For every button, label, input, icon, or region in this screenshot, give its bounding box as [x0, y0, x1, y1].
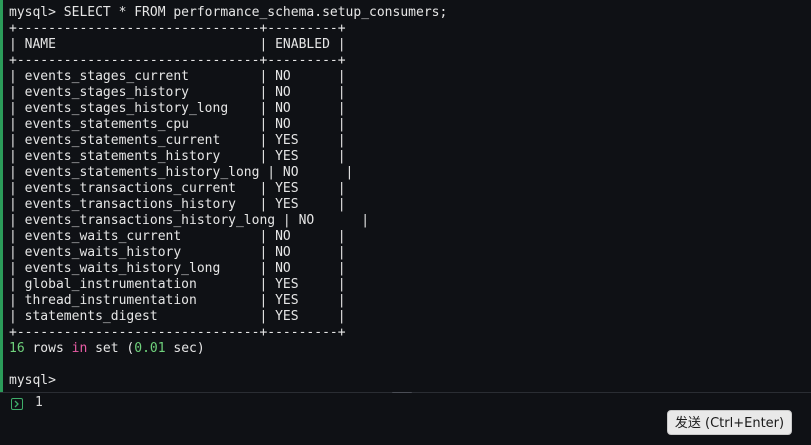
table-header: | NAME | ENABLED | — [9, 37, 346, 52]
table-border-mid: +-------------------------------+-------… — [9, 53, 346, 68]
command-line: mysql> SELECT * FROM performance_schema.… — [9, 5, 448, 20]
table-row: | global_instrumentation | YES | — [9, 277, 346, 292]
send-button[interactable]: 发送 (Ctrl+Enter) — [667, 410, 792, 435]
terminal-content: mysql> SELECT * FROM performance_schema.… — [9, 5, 811, 389]
table-row: | statements_digest | YES | — [9, 309, 346, 324]
table-row: | events_statements_history_long | NO | — [9, 165, 354, 180]
terminal-prompt-icon — [11, 398, 23, 410]
table-row: | events_stages_history | NO | — [9, 85, 346, 100]
table-row: | events_transactions_history_long | NO … — [9, 213, 370, 228]
result-summary: 16 rows in set (0.01 sec) — [9, 341, 811, 357]
query-time: 0.01 — [134, 341, 166, 356]
table-row: | events_transactions_history | YES | — [9, 197, 346, 212]
table-row: | events_stages_current | NO | — [9, 69, 346, 84]
result-text-set: set ( — [87, 341, 135, 356]
result-text-sec: sec) — [165, 341, 205, 356]
table-row: | events_statements_history | YES | — [9, 149, 346, 164]
table-row: | events_waits_current | NO | — [9, 229, 346, 244]
table-row: | events_stages_history_long | NO | — [9, 101, 346, 116]
result-text-rows: rows — [24, 341, 72, 356]
table-rows: | events_stages_current | NO | | events_… — [9, 69, 811, 325]
table-row: | thread_instrumentation | YES | — [9, 293, 346, 308]
result-keyword-in: in — [71, 341, 88, 356]
table-row: | events_waits_history_long | NO | — [9, 261, 346, 276]
command-input-area[interactable]: 1 发送 (Ctrl+Enter) — [0, 393, 811, 445]
table-row: | events_waits_history | NO | — [9, 245, 346, 260]
terminal-output: mysql> SELECT * FROM performance_schema.… — [0, 0, 811, 392]
table-row: | events_statements_cpu | NO | — [9, 117, 346, 132]
mysql-prompt: mysql> — [9, 373, 56, 388]
input-line-number: 1 — [35, 395, 43, 410]
row-count: 16 — [9, 341, 25, 356]
table-border-bottom: +-------------------------------+-------… — [9, 325, 346, 340]
table-row: | events_transactions_current | YES | — [9, 181, 346, 196]
table-row: | events_statements_current | YES | — [9, 133, 346, 148]
table-border-top: +-------------------------------+-------… — [9, 21, 346, 36]
